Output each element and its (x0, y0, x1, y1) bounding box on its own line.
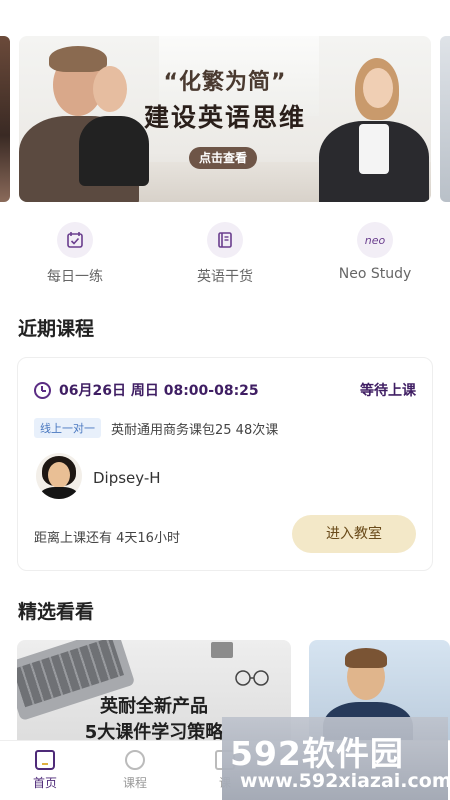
featured-title: 精选看看 (18, 601, 95, 623)
watermark-main-text: 592软件园 (230, 734, 404, 773)
desk-items-image (211, 642, 269, 686)
course-info-row: 线上一对一 英耐通用商务课包25 48次课 (34, 418, 278, 438)
neo-logo-icon: neo (357, 222, 393, 258)
class-countdown: 距离上课还有 4天16小时 (34, 531, 180, 546)
nav-label-home: 首页 (32, 776, 57, 790)
banner-title-line1: “化繁为简” (163, 70, 287, 95)
banner-next-peek[interactable] (440, 36, 450, 202)
quick-entry-daily-practice[interactable]: 每日一练 (0, 222, 150, 292)
quick-entry-english-tips[interactable]: 英语干货 (150, 222, 300, 292)
banner-title-line2: 建设英语思维 (143, 103, 306, 132)
book-icon (207, 222, 243, 258)
quick-entries: 每日一练 英语干货 neo Neo Study (0, 222, 450, 292)
course-schedule-row: 06月26日 周日 08:00-08:25 等待上课 (34, 380, 416, 400)
teacher-avatar (36, 453, 82, 499)
site-watermark: 592软件园 www.592xiazai.com (222, 717, 450, 800)
calendar-check-icon (57, 222, 93, 258)
course-type-tag: 线上一对一 (34, 418, 101, 438)
teacher-name: Dipsey-H (93, 469, 161, 487)
nav-courses[interactable]: 课程 (90, 741, 180, 800)
quick-entry-label: 英语干货 (197, 269, 253, 285)
banner-carousel[interactable]: “化繁为简” 建设英语思维 点击查看 (0, 36, 450, 204)
nav-home[interactable]: 首页 (0, 741, 90, 800)
clock-icon (34, 381, 51, 399)
course-status: 等待上课 (360, 383, 416, 399)
banner-prev-peek[interactable] (0, 36, 10, 202)
course-card[interactable]: 06月26日 周日 08:00-08:25 等待上课 线上一对一 英耐通用商务课… (17, 357, 433, 571)
featured-card-title-line1: 英耐全新产品 (100, 696, 208, 717)
banner-slide[interactable]: “化繁为简” 建设英语思维 点击查看 (19, 36, 431, 202)
course-name: 英耐通用商务课包25 48次课 (111, 422, 279, 438)
home-icon (35, 750, 55, 770)
featured-person-hair (345, 648, 387, 668)
enter-classroom-button[interactable]: 进入教室 (292, 515, 416, 553)
quick-entry-label: Neo Study (338, 266, 412, 282)
quick-entry-label: 每日一练 (47, 269, 103, 285)
recent-courses-title: 近期课程 (18, 318, 95, 340)
watermark-url-text: www.592xiazai.com (240, 770, 450, 792)
course-datetime: 06月26日 周日 08:00-08:25 (59, 383, 259, 399)
quick-entry-neo-study[interactable]: neo Neo Study (300, 222, 450, 292)
banner-view-button[interactable]: 点击查看 (189, 147, 257, 169)
alarm-clock-icon (125, 750, 145, 770)
nav-label-courses: 课程 (122, 776, 147, 790)
